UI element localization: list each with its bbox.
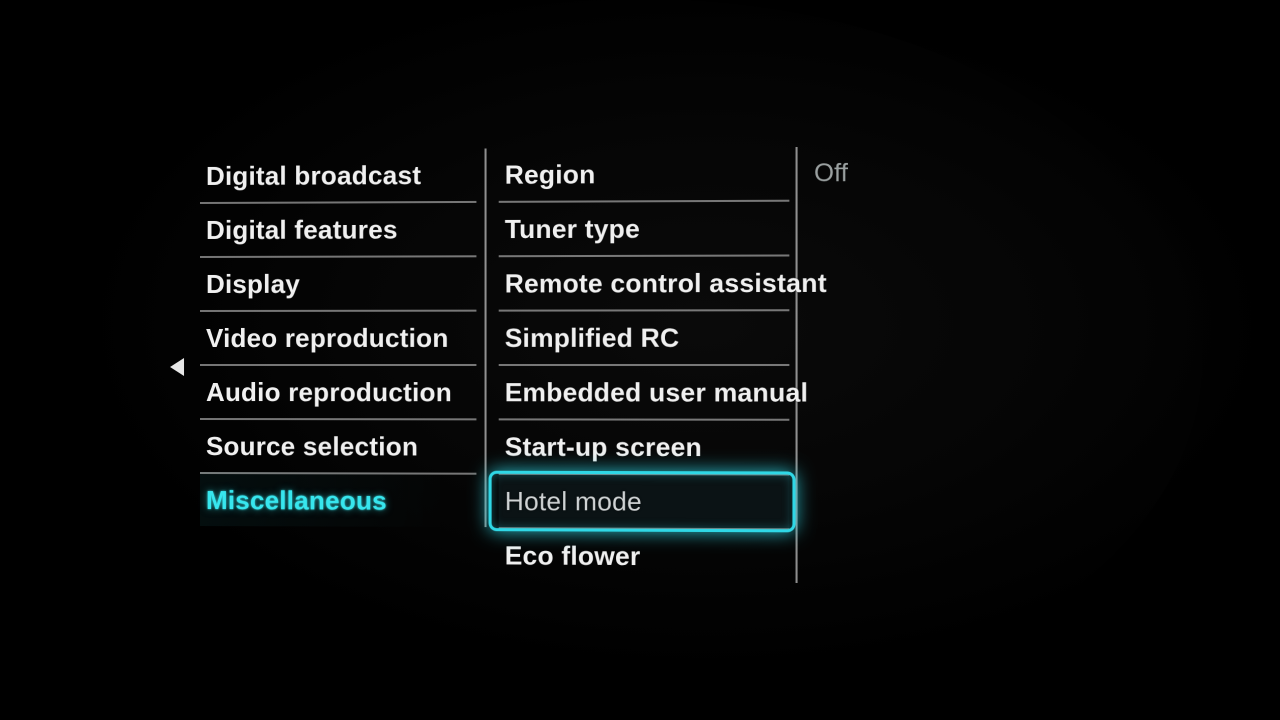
menu-item-audio-reproduction[interactable]: Audio reproduction [200, 364, 476, 418]
submenu-item-remote-control-assistant[interactable]: Remote control assistant [499, 254, 790, 309]
submenu-item-simplified-rc[interactable]: Simplified RC [499, 309, 790, 364]
menu-item-digital-features[interactable]: Digital features [200, 201, 476, 256]
menu-item-miscellaneous[interactable]: Miscellaneous [200, 472, 476, 527]
submenu-item-tuner-type[interactable]: Tuner type [499, 200, 790, 256]
submenu-item-region[interactable]: Region [499, 147, 790, 201]
submenu-item-eco-flower[interactable]: Eco flower [499, 527, 790, 583]
submenu-item-hotel-mode[interactable]: Hotel mode [499, 473, 790, 528]
left-arrow-icon[interactable] [170, 358, 184, 376]
menu-item-source-selection[interactable]: Source selection [200, 418, 476, 473]
menu-item-display[interactable]: Display [200, 255, 476, 310]
menu-item-video-reproduction[interactable]: Video reproduction [200, 310, 476, 364]
menu-column-categories: Digital broadcast Digital features Displ… [200, 149, 487, 528]
submenu-item-startup-screen[interactable]: Start-up screen [499, 418, 790, 473]
menu-column-submenu: Region Tuner type Remote control assista… [487, 147, 798, 583]
tv-settings-screen: Digital broadcast Digital features Displ… [0, 0, 1280, 720]
menu-item-digital-broadcast[interactable]: Digital broadcast [200, 149, 476, 202]
menu-container: Digital broadcast Digital features Displ… [200, 146, 1019, 584]
menu-column-value: Off [798, 146, 1019, 200]
setting-value: Off [812, 146, 1019, 200]
submenu-item-embedded-user-manual[interactable]: Embedded user manual [499, 364, 790, 419]
